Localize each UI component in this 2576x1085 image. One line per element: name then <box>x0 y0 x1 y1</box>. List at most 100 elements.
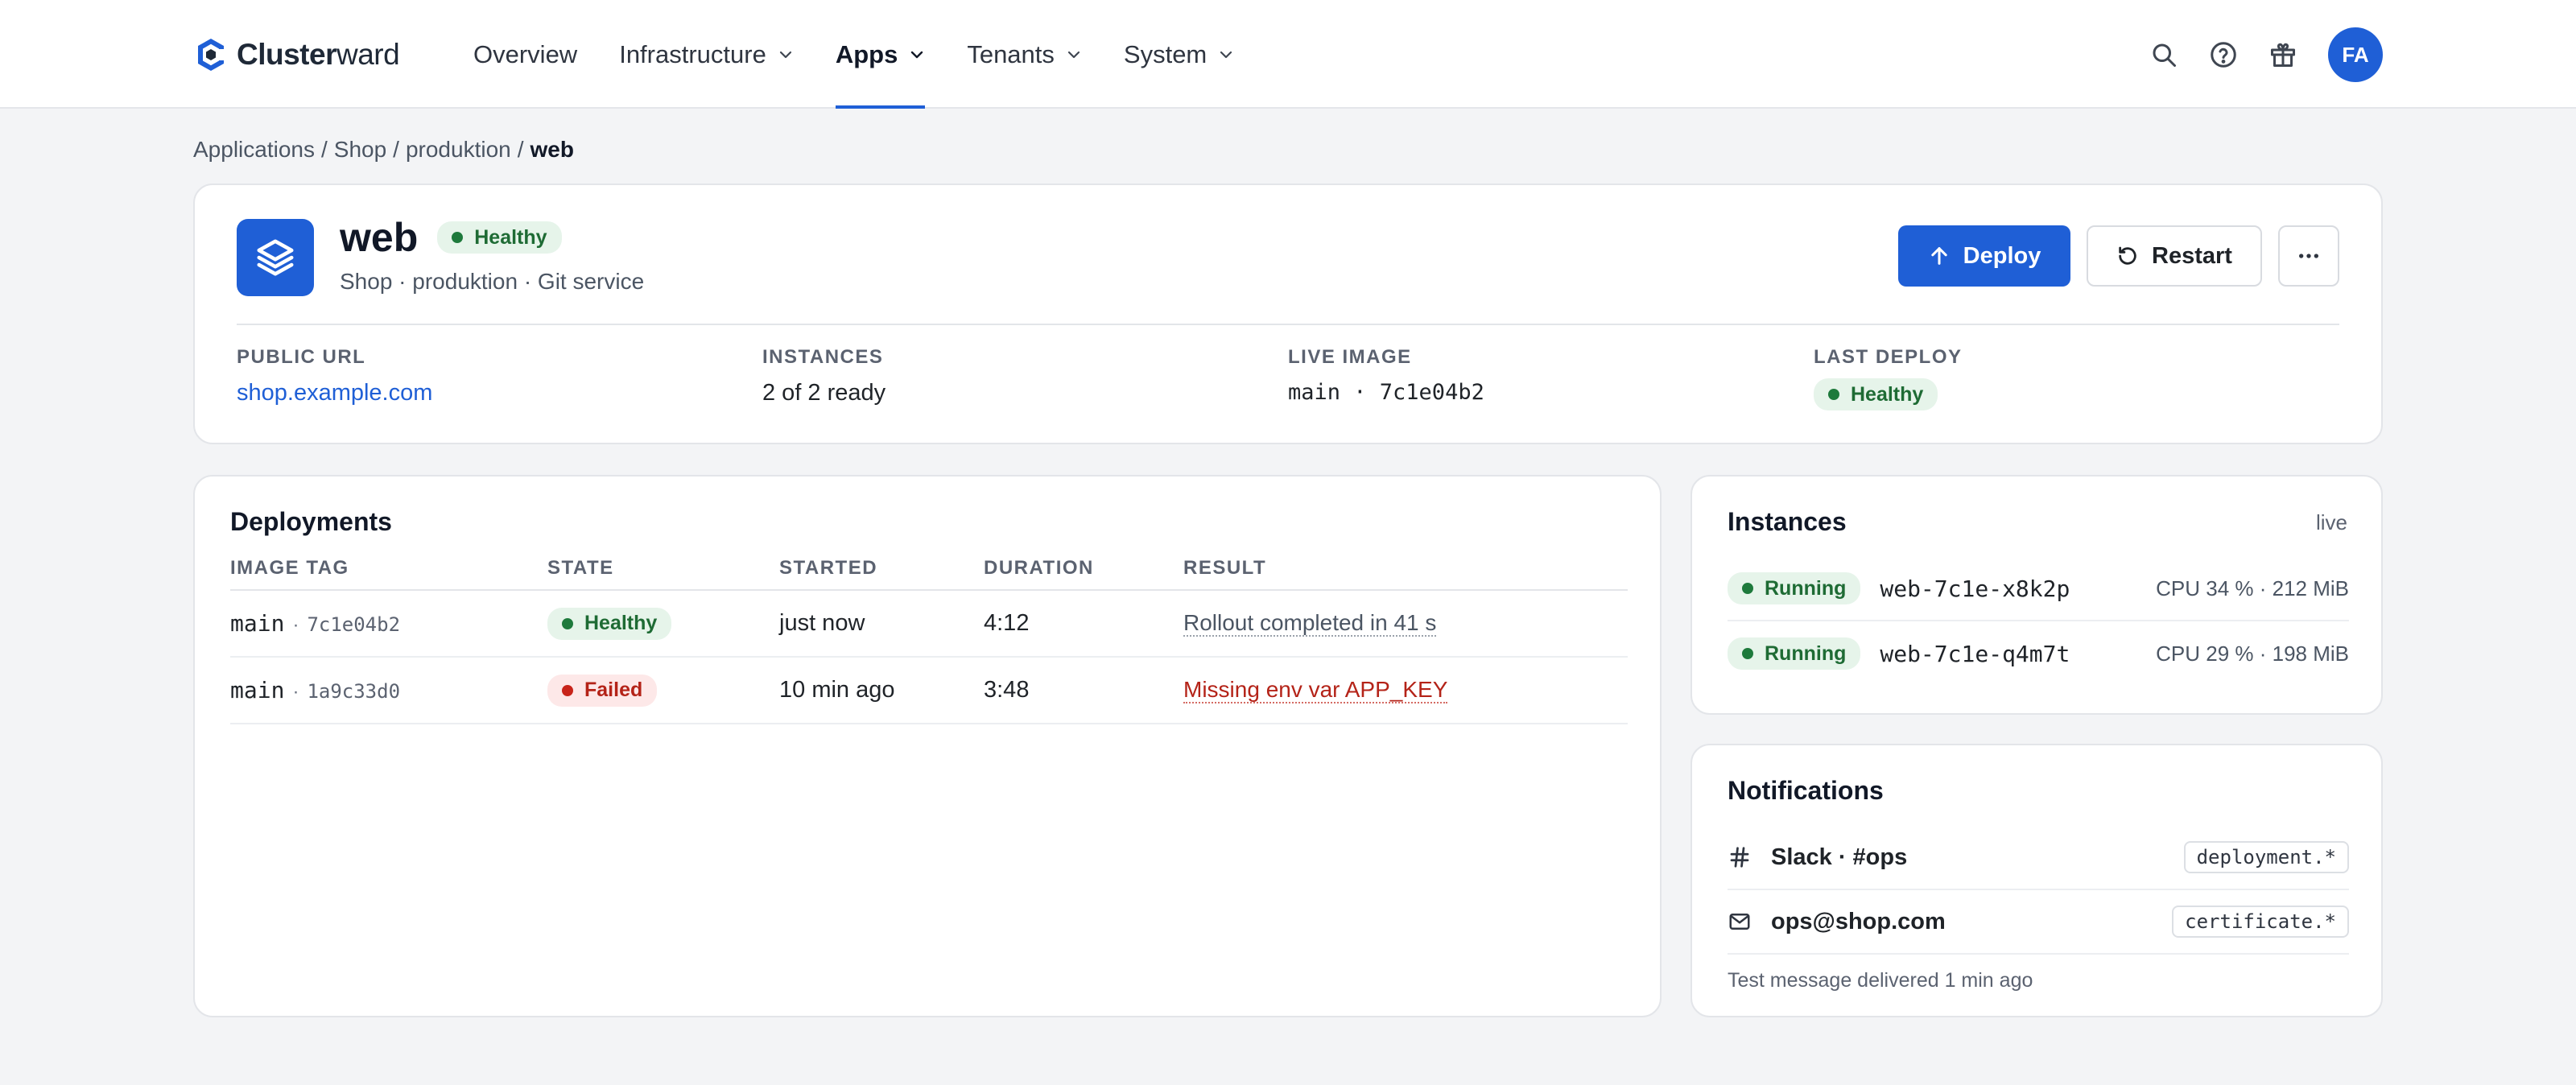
nav-apps-label: Apps <box>835 39 898 68</box>
list-item[interactable]: Running web-7c1e-q4m7t CPU 29 % · 198 Mi… <box>1728 621 2349 686</box>
status-dot <box>562 684 573 696</box>
app-subtitle: Shop · produktion · Git service <box>340 269 645 294</box>
live-indicator: live <box>2315 510 2347 534</box>
nav-overview-label: Overview <box>473 39 578 68</box>
instance-status-badge: Running <box>1728 572 1861 604</box>
breadcrumb-applications[interactable]: Applications <box>193 137 315 162</box>
instance-usage: CPU 34 % · 212 MiB <box>2156 576 2349 600</box>
header-tools: FA <box>2119 27 2383 82</box>
nav-tenants[interactable]: Tenants <box>967 0 1082 109</box>
status-dot <box>1742 648 1753 659</box>
result-link[interactable]: Missing env var APP_KEY <box>1183 677 1448 703</box>
nav-overview[interactable]: Overview <box>473 0 577 109</box>
state-badge: Healthy <box>547 607 672 640</box>
instance-usage: CPU 29 % · 198 MiB <box>2156 641 2349 666</box>
search-icon[interactable] <box>2149 40 2178 69</box>
breadcrumb-produktion[interactable]: produktion <box>406 137 511 162</box>
image-branch: main <box>230 609 285 637</box>
state-cell: Failed <box>547 674 779 707</box>
public-url-link[interactable]: shop.example.com <box>237 380 720 406</box>
meta-public-url: PUBLIC URL shop.example.com <box>237 346 720 406</box>
image-hash: 1a9c33d0 <box>307 679 401 703</box>
restart-button[interactable]: Restart <box>2087 225 2262 287</box>
top-navigation-bar: Clusterward Overview Infrastructure Apps… <box>0 0 2576 109</box>
instances-ready-value: 2 of 2 ready <box>762 380 886 406</box>
column-header-state: STATE <box>547 557 614 579</box>
nav-system[interactable]: System <box>1124 0 1234 109</box>
breadcrumb-shop[interactable]: Shop <box>334 137 386 162</box>
header-divider <box>237 324 2339 325</box>
meta-label: LIVE IMAGE <box>1288 346 1412 368</box>
nav-infrastructure[interactable]: Infrastructure <box>619 0 794 109</box>
restart-button-label: Restart <box>2152 242 2232 269</box>
more-actions-button[interactable] <box>2278 225 2339 287</box>
list-item[interactable]: Slack · #ops deployment.* <box>1728 826 2349 890</box>
breadcrumb: Applications / Shop / produktion / web <box>193 137 574 163</box>
gift-icon[interactable] <box>2268 40 2297 69</box>
started-cell: 10 min ago <box>779 677 895 703</box>
help-icon[interactable] <box>2209 40 2238 69</box>
state-cell: Healthy <box>547 607 779 640</box>
nav-system-label: System <box>1123 39 1208 68</box>
deployments-table: IMAGE TAG STATE STARTED DURATION RESULT … <box>230 557 1628 724</box>
instances-title: Instances <box>1728 507 1847 536</box>
image-tag-cell: main · 1a9c33d0 <box>230 677 547 704</box>
instances-list: Running web-7c1e-x8k2p CPU 34 % · 212 Mi… <box>1728 557 2349 686</box>
hash-icon <box>1730 847 1749 868</box>
meta-last-deploy: LAST DEPLOY Healthy <box>1814 346 2297 410</box>
state-badge-label: Healthy <box>584 612 658 634</box>
status-badge: Healthy <box>437 221 562 254</box>
column-header-started: STARTED <box>779 557 878 579</box>
result-cell: Missing env var APP_KEY <box>1183 677 1628 703</box>
deploy-button-label: Deploy <box>1963 242 2041 269</box>
chevron-down-icon <box>779 51 791 58</box>
result-link[interactable]: Rollout completed in 41 s <box>1183 610 1437 637</box>
instances-card: Instances live Running web-7c1e-x8k2p CP… <box>1690 475 2383 715</box>
list-item[interactable]: Running web-7c1e-x8k2p CPU 34 % · 212 Mi… <box>1728 557 2349 621</box>
meta-label: INSTANCES <box>762 346 884 368</box>
result-cell: Rollout completed in 41 s <box>1183 610 1628 637</box>
user-avatar[interactable]: FA <box>2328 27 2383 82</box>
deploy-button[interactable]: Deploy <box>1898 225 2070 287</box>
instance-status-label: Running <box>1765 576 1847 600</box>
image-tag-separator: · <box>292 680 299 703</box>
meta-instances: INSTANCES 2 of 2 ready <box>762 346 1245 406</box>
brand-logo[interactable]: Clusterward <box>195 34 400 76</box>
table-header: IMAGE TAG STATE STARTED DURATION RESULT <box>230 557 1628 591</box>
clusterward-logo-icon <box>198 39 224 71</box>
main-nav: Overview Infrastructure Apps Tenants Sys… <box>473 0 1276 109</box>
chevron-down-icon <box>1067 51 1080 58</box>
chevron-down-icon <box>1220 51 1232 58</box>
notifications-card: Notifications Slack · #ops deployment.* … <box>1690 744 2383 1017</box>
image-tag-separator: · <box>292 613 299 636</box>
last-deploy-badge: Healthy <box>1814 378 1938 410</box>
instance-status-label: Running <box>1765 642 1847 665</box>
table-row[interactable]: main · 7c1e04b2 Healthy just now 4:12 Roll… <box>230 591 1628 658</box>
nav-infrastructure-label: Infrastructure <box>619 39 766 68</box>
status-badge-label: Healthy <box>474 225 547 249</box>
notifications-list: Slack · #ops deployment.* ops@shop.com c… <box>1728 826 2349 992</box>
column-header-result: RESULT <box>1183 557 1267 579</box>
image-branch: main <box>230 676 285 703</box>
nav-tenants-label: Tenants <box>967 39 1055 68</box>
column-header-duration: DURATION <box>984 557 1094 579</box>
meta-label: LAST DEPLOY <box>1814 346 1963 368</box>
brand-name: Clusterward <box>237 38 400 71</box>
event-filter-chip: deployment.* <box>2183 841 2349 873</box>
mail-icon <box>1729 914 1750 930</box>
app-name: web <box>340 215 419 260</box>
status-dot <box>562 617 573 629</box>
breadcrumb-separator: / <box>393 137 399 162</box>
table-row[interactable]: main · 1a9c33d0 Failed 10 min ago 3:48 Mis… <box>230 658 1628 724</box>
nav-apps[interactable]: Apps <box>835 0 926 109</box>
image-tag-cell: main · 7c1e04b2 <box>230 610 547 637</box>
duration-cell: 4:12 <box>984 610 1030 636</box>
notifications-title: Notifications <box>1728 776 1884 805</box>
instance-name: web-7c1e-q4m7t <box>1880 640 2070 667</box>
meta-label: PUBLIC URL <box>237 346 366 368</box>
status-dot <box>1742 583 1753 594</box>
breadcrumb-separator: / <box>320 137 328 162</box>
state-badge-label: Failed <box>584 679 643 701</box>
live-image-value: main · 7c1e04b2 <box>1288 380 1484 405</box>
list-item[interactable]: ops@shop.com certificate.* <box>1728 890 2349 955</box>
